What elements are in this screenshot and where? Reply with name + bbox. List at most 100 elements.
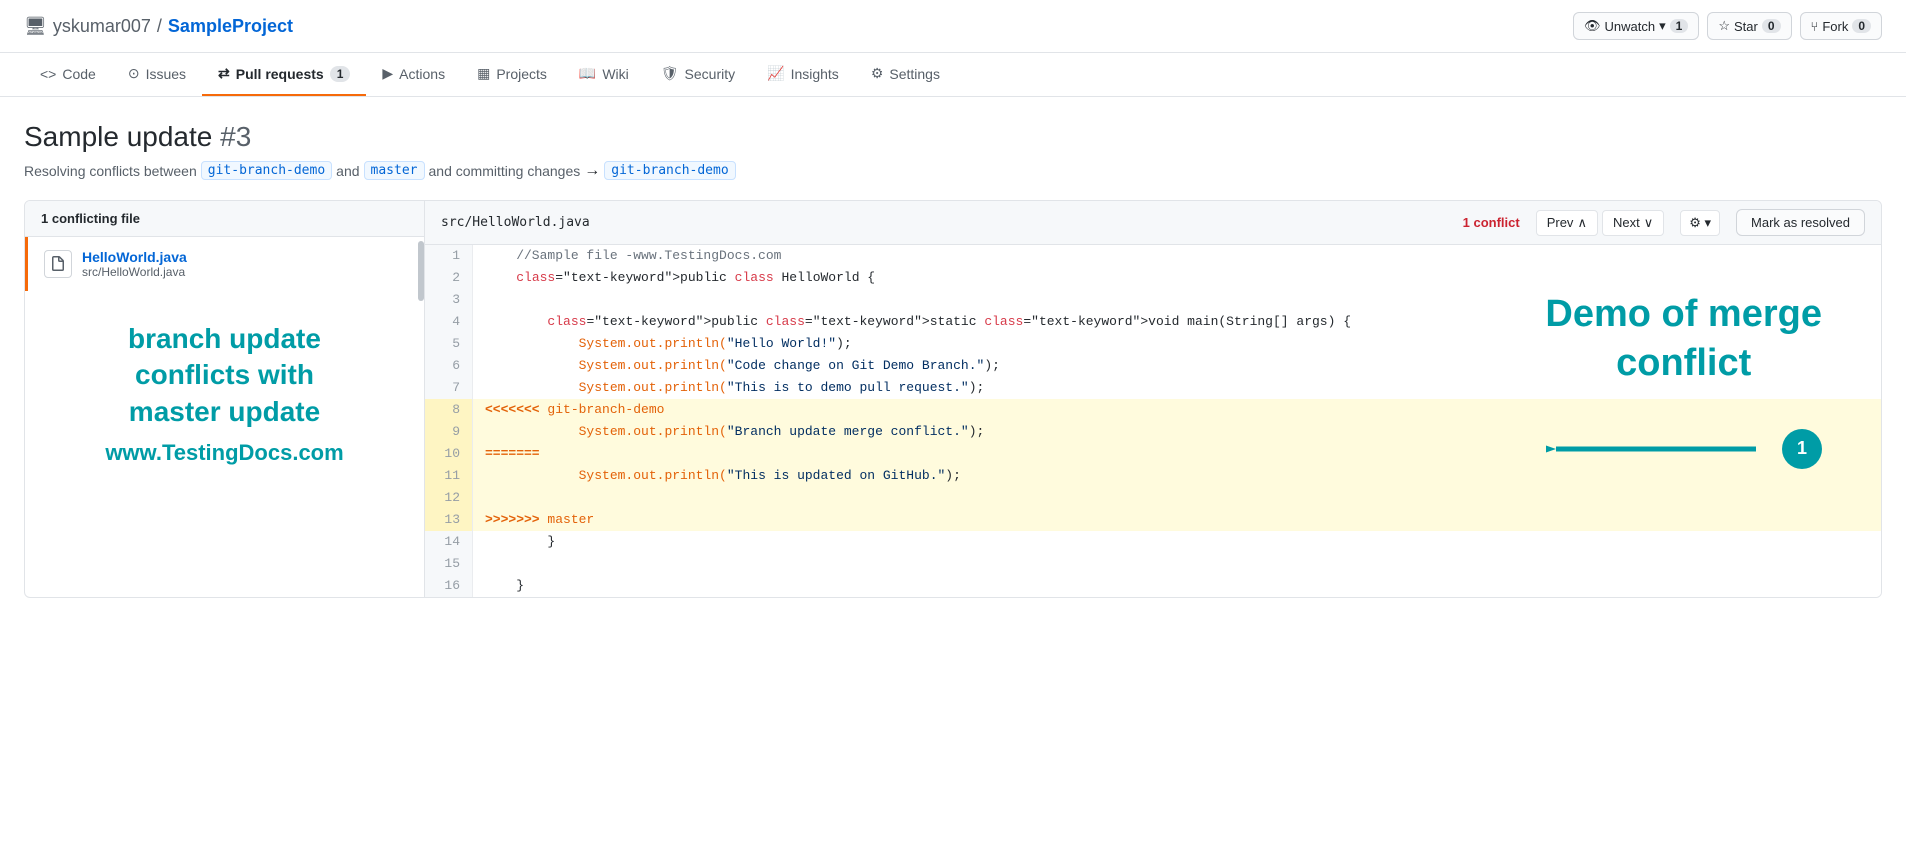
conflict-editor: 1 conflicting file HelloWorld.java src/H…	[24, 200, 1882, 598]
tab-settings[interactable]: ⚙ Settings	[855, 53, 956, 96]
conflict-nav: Prev ∧ Next ∨	[1536, 210, 1665, 236]
line-content	[473, 553, 1881, 575]
file-icon	[44, 250, 72, 278]
code-line-1: 1 //Sample file -www.TestingDocs.com	[425, 245, 1881, 267]
wiki-icon: 📖	[579, 65, 596, 82]
unwatch-button[interactable]: 👁 Unwatch ▾ 1	[1573, 12, 1699, 40]
line-content: System.out.println("This is to demo pull…	[473, 377, 1881, 399]
sidebar-overlay: branch update conflicts with master upda…	[25, 291, 424, 476]
code-line-4: 4 class="text-keyword">public class="tex…	[425, 311, 1881, 333]
tab-actions[interactable]: ▶ Actions	[366, 53, 461, 96]
dropdown-icon: ▾	[1659, 18, 1666, 34]
code-line-3: 3	[425, 289, 1881, 311]
repo-actions: 👁 Unwatch ▾ 1 ☆ Star 0 ⑂ Fork 0	[1573, 12, 1882, 40]
mark-resolved-button[interactable]: Mark as resolved	[1736, 209, 1865, 236]
tab-insights[interactable]: 📈 Insights	[751, 53, 855, 96]
sidebar-site-text: www.TestingDocs.com	[45, 440, 404, 466]
conflict-file-item[interactable]: HelloWorld.java src/HelloWorld.java	[25, 237, 424, 291]
line-number: 16	[425, 575, 473, 597]
prev-button[interactable]: Prev ∧	[1536, 210, 1598, 236]
code-line-12: 12	[425, 487, 1881, 509]
code-line-2: 2 class="text-keyword">public class Hell…	[425, 267, 1881, 289]
conflict-sidebar-header: 1 conflicting file	[25, 201, 424, 237]
gear-icon: ⚙	[1689, 215, 1701, 230]
code-line-16: 16 }	[425, 575, 1881, 597]
eye-icon: 👁	[1584, 18, 1601, 34]
line-number: 3	[425, 289, 473, 311]
fork-button[interactable]: ⑂ Fork 0	[1800, 12, 1883, 40]
line-number: 9	[425, 421, 473, 443]
code-line-8: 8<<<<<<< git-branch-demo	[425, 399, 1881, 421]
tab-issues[interactable]: ⊙ Issues	[112, 53, 202, 96]
code-line-5: 5 System.out.println("Hello World!");	[425, 333, 1881, 355]
line-number: 5	[425, 333, 473, 355]
pr-subtitle: Resolving conflicts between git-branch-d…	[24, 161, 1882, 180]
line-number: 15	[425, 553, 473, 575]
line-number: 1	[425, 245, 473, 267]
pr-badge: 1	[330, 66, 351, 82]
repo-separator: /	[157, 16, 162, 37]
code-line-11: 11 System.out.println("This is updated o…	[425, 465, 1881, 487]
line-number: 12	[425, 487, 473, 509]
tab-security[interactable]: 🛡 Security	[645, 53, 751, 96]
conflict-main: src/HelloWorld.java 1 conflict Prev ∧ Ne…	[425, 201, 1881, 597]
line-content: System.out.println("Branch update merge …	[473, 421, 1881, 443]
sidebar-big-text: branch update conflicts with master upda…	[45, 321, 404, 430]
conflict-count: 1 conflict	[1463, 215, 1520, 230]
repo-owner[interactable]: yskumar007	[53, 16, 151, 37]
issues-icon: ⊙	[128, 65, 140, 82]
next-button[interactable]: Next ∨	[1602, 210, 1664, 236]
repo-name[interactable]: SampleProject	[168, 16, 293, 37]
line-content: =======	[473, 443, 1881, 465]
tab-code[interactable]: <> Code	[24, 54, 112, 96]
conflict-main-header: src/HelloWorld.java 1 conflict Prev ∧ Ne…	[425, 201, 1881, 245]
file-info: HelloWorld.java src/HelloWorld.java	[82, 249, 187, 279]
line-content: System.out.println("This is updated on G…	[473, 465, 1881, 487]
line-content: <<<<<<< git-branch-demo	[473, 399, 1881, 421]
pr-title: Sample update #3	[24, 121, 1882, 153]
line-content: }	[473, 531, 1881, 553]
line-content: System.out.println("Code change on Git D…	[473, 355, 1881, 377]
line-number: 2	[425, 267, 473, 289]
fork-icon: ⑂	[1811, 19, 1819, 34]
line-content	[473, 487, 1881, 509]
line-number: 13	[425, 509, 473, 531]
line-content	[473, 289, 1881, 311]
star-icon: ☆	[1718, 18, 1730, 34]
projects-icon: ▦	[477, 65, 490, 82]
line-content: >>>>>>> master	[473, 509, 1881, 531]
actions-icon: ▶	[382, 65, 393, 82]
line-number: 6	[425, 355, 473, 377]
pr-icon: ⇄	[218, 65, 230, 82]
gear-button[interactable]: ⚙ ▾	[1680, 210, 1720, 236]
sidebar-scrollbar[interactable]	[418, 241, 424, 301]
line-content: System.out.println("Hello World!");	[473, 333, 1881, 355]
line-content: class="text-keyword">public class HelloW…	[473, 267, 1881, 289]
branch-dest-tag: git-branch-demo	[604, 161, 735, 180]
line-number: 4	[425, 311, 473, 333]
gear-dropdown-icon: ▾	[1704, 215, 1711, 230]
tab-projects[interactable]: ▦ Projects	[461, 53, 563, 96]
branch-from-tag: git-branch-demo	[201, 161, 332, 180]
settings-icon: ⚙	[871, 65, 884, 82]
code-icon: <>	[40, 66, 56, 82]
conflict-sidebar: 1 conflicting file HelloWorld.java src/H…	[25, 201, 425, 597]
tab-pull-requests[interactable]: ⇄ Pull requests 1	[202, 53, 366, 96]
code-line-10: 10=======	[425, 443, 1881, 465]
line-number: 7	[425, 377, 473, 399]
line-content: class="text-keyword">public class="text-…	[473, 311, 1881, 333]
line-number: 11	[425, 465, 473, 487]
tab-wiki[interactable]: 📖 Wiki	[563, 53, 645, 96]
repo-title: 🖥 yskumar007 / SampleProject	[24, 16, 293, 37]
code-line-14: 14 }	[425, 531, 1881, 553]
line-content: }	[473, 575, 1881, 597]
line-number: 8	[425, 399, 473, 421]
security-icon: 🛡	[661, 65, 679, 82]
repo-header: 🖥 yskumar007 / SampleProject 👁 Unwatch ▾…	[0, 0, 1906, 53]
insights-icon: 📈	[767, 65, 784, 82]
code-line-15: 15	[425, 553, 1881, 575]
line-number: 10	[425, 443, 473, 465]
conflict-editor-wrapper: 1 conflicting file HelloWorld.java src/H…	[24, 200, 1882, 598]
main-content: Sample update #3 Resolving conflicts bet…	[0, 97, 1906, 598]
star-button[interactable]: ☆ Star 0	[1707, 12, 1791, 40]
